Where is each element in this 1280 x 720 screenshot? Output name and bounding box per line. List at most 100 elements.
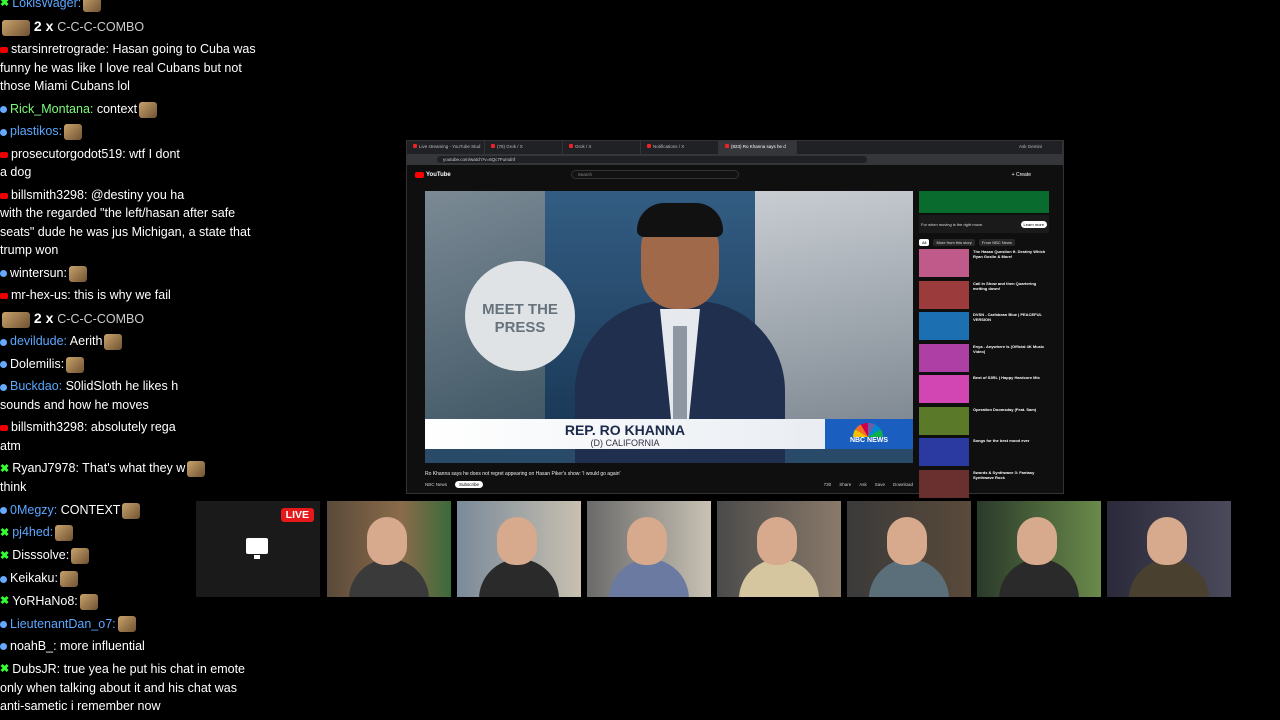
recommended-title[interactable]: Enya - Anywhere Is (Official 4K Music Vi… bbox=[973, 344, 1049, 376]
chat-message: 2 x C-C-C-COMBO bbox=[0, 15, 262, 39]
create-button[interactable]: + Create bbox=[1012, 172, 1031, 178]
meet-the-press-logo: MEET THE PRESS bbox=[465, 261, 575, 371]
recommended-video[interactable]: Best of S3RL | Happy Hardcore Mix bbox=[919, 375, 1049, 407]
chat-username[interactable]: Keikaku: bbox=[10, 571, 58, 585]
filter-chip[interactable]: All bbox=[919, 239, 930, 246]
kick-icon: ✖ bbox=[0, 0, 10, 10]
address-bar[interactable]: youtube.com/watch?v=6Qc7Fumdnf bbox=[407, 154, 1063, 165]
chat-username[interactable]: pj4hed: bbox=[12, 525, 53, 539]
video-thumbnail[interactable] bbox=[919, 280, 969, 309]
search-input[interactable]: Search bbox=[570, 170, 739, 179]
chat-username[interactable]: 0Megzy: bbox=[10, 503, 57, 517]
chat-text: S0lidSloth he likes h bbox=[62, 379, 179, 394]
video-thumbnail[interactable] bbox=[919, 375, 969, 403]
chat-username[interactable]: RyanJ7978: bbox=[12, 461, 79, 475]
chat-username[interactable]: Buckdao: bbox=[10, 379, 62, 393]
chat-username[interactable]: devildude: bbox=[10, 334, 67, 348]
participant-face bbox=[497, 517, 537, 565]
share-button[interactable]: Share bbox=[839, 482, 851, 487]
chat-username[interactable]: billsmith3298: bbox=[11, 188, 87, 202]
chat-message: ✖ pj4hed: bbox=[0, 521, 262, 544]
chat-message: devildude: Aerith bbox=[0, 330, 262, 353]
chat-username[interactable]: Rick_Montana: bbox=[10, 102, 93, 116]
recommended-title[interactable]: Operation Doomsday (Feat. Sam) bbox=[973, 407, 1036, 439]
chat-text: Aerith bbox=[67, 334, 103, 349]
video-thumbnail[interactable] bbox=[919, 438, 969, 466]
recommended-title[interactable]: DVSN - Caribbean Blue | PEACEFUL VERSION bbox=[973, 312, 1049, 344]
chat-username[interactable]: plastikos: bbox=[10, 124, 62, 138]
recommended-title[interactable]: Call in Show and then Quartering melting… bbox=[973, 281, 1049, 313]
recommended-video[interactable]: Operation Doomsday (Feat. Sam) bbox=[919, 406, 1049, 439]
recommended-title[interactable]: Swords & Synthwave 3: Fantasy Synthwave … bbox=[973, 470, 1049, 502]
chat-username[interactable]: wintersun: bbox=[10, 266, 67, 280]
twitch-icon bbox=[0, 620, 7, 628]
recommended-title[interactable]: Songs for the best mood ever bbox=[973, 438, 1029, 470]
browser-window: Live streaming - YouTube Stud (78) Grok /… bbox=[406, 140, 1064, 498]
webcam-tile[interactable] bbox=[977, 501, 1101, 597]
browser-tab[interactable]: Live streaming - YouTube Stud bbox=[407, 141, 485, 154]
participant-face bbox=[887, 517, 927, 565]
webcam-tile[interactable] bbox=[1107, 501, 1231, 597]
video-thumbnail[interactable] bbox=[919, 343, 969, 372]
chat-username[interactable]: DubsJR: bbox=[12, 662, 60, 676]
download-button[interactable]: Download bbox=[893, 482, 913, 487]
chat-message: ✖ RyanJ7978: That's what they w think bbox=[0, 457, 262, 498]
chat-username[interactable]: billsmith3298: bbox=[11, 420, 87, 434]
ask-gemini-button[interactable]: Ask Gemini bbox=[1013, 141, 1063, 154]
filter-chip[interactable]: From NBC News bbox=[978, 239, 1015, 246]
url-text[interactable]: youtube.com/watch?v=6Qc7Fumdnf bbox=[437, 156, 867, 163]
browser-tab[interactable]: (823) Ro Khanna says he d bbox=[719, 141, 797, 154]
chat-username[interactable]: Disssolve: bbox=[12, 548, 69, 562]
chat-emote-icon bbox=[122, 502, 141, 519]
ad-banner[interactable] bbox=[919, 191, 1049, 213]
recommended-title[interactable]: The Hasan Question ft. Destiny Which Rya… bbox=[973, 249, 1049, 281]
chat-message: billsmith3298: @destiny you ha with the r… bbox=[0, 184, 262, 262]
youtube-logo[interactable]: YouTube bbox=[415, 171, 451, 178]
participant-face bbox=[1147, 517, 1187, 565]
chat-message: ✖ Disssolve: bbox=[0, 544, 262, 567]
webcam-tile[interactable] bbox=[587, 501, 711, 597]
chat-username[interactable]: Dolemilis: bbox=[10, 357, 64, 371]
ask-button[interactable]: Ask bbox=[859, 482, 867, 487]
subscribe-button[interactable]: Subscribe bbox=[455, 481, 484, 488]
filter-chip[interactable]: More from this story bbox=[933, 239, 975, 246]
recommended-video[interactable]: Swords & Synthwave 3: Fantasy Synthwave … bbox=[919, 469, 1049, 502]
lower-third-name: REP. RO KHANNA bbox=[564, 422, 686, 438]
tab-favicon-icon bbox=[413, 144, 417, 148]
chat-username[interactable]: prosecutorgodot519: bbox=[11, 147, 126, 161]
recommended-video[interactable]: Songs for the best mood ever bbox=[919, 438, 1049, 470]
browser-tab[interactable]: Notifications / X bbox=[641, 141, 719, 154]
webcam-tile[interactable] bbox=[327, 501, 451, 597]
recommended-video[interactable]: Call in Show and then Quartering melting… bbox=[919, 280, 1049, 313]
recommended-video[interactable]: The Hasan Question ft. Destiny Which Rya… bbox=[919, 249, 1049, 281]
recommended-video[interactable]: DVSN - Caribbean Blue | PEACEFUL VERSION bbox=[919, 312, 1049, 344]
participant-face bbox=[627, 517, 667, 565]
chat-username[interactable]: LieutenantDan_o7: bbox=[10, 617, 116, 631]
recommended-video[interactable]: Enya - Anywhere Is (Official 4K Music Vi… bbox=[919, 343, 1049, 376]
browser-tab[interactable]: (78) Grok / X bbox=[485, 141, 563, 154]
video-thumbnail[interactable] bbox=[919, 406, 969, 435]
ad-text-row[interactable]: For when moving is the right move. Learn… bbox=[919, 215, 1049, 233]
webcam-tile[interactable] bbox=[847, 501, 971, 597]
chat-emote-icon bbox=[68, 265, 87, 282]
twitch-icon bbox=[0, 270, 7, 278]
browser-tab[interactable]: Grok / X bbox=[563, 141, 641, 154]
like-count[interactable]: 730 bbox=[824, 482, 832, 487]
chat-emote-icon bbox=[64, 124, 83, 141]
video-thumbnail[interactable] bbox=[919, 312, 969, 340]
video-player[interactable]: MEET THE PRESS REP. RO KHANNA (D) CALIFO… bbox=[425, 191, 913, 463]
save-button[interactable]: Save bbox=[875, 482, 885, 487]
chat-username[interactable]: LokisWager: bbox=[12, 0, 81, 10]
video-thumbnail[interactable] bbox=[919, 469, 969, 498]
webcam-tile[interactable] bbox=[457, 501, 581, 597]
chat-message: wintersun: bbox=[0, 262, 262, 285]
channel-name[interactable]: NBC News bbox=[425, 482, 447, 487]
recommended-title[interactable]: Best of S3RL | Happy Hardcore Mix bbox=[973, 375, 1040, 407]
video-thumbnail[interactable] bbox=[919, 249, 969, 277]
chat-username[interactable]: YoRHaNo8: bbox=[12, 594, 78, 608]
webcam-tile[interactable] bbox=[717, 501, 841, 597]
chat-username[interactable]: noahB_: bbox=[10, 639, 57, 653]
chat-username[interactable]: mr-hex-us: bbox=[11, 288, 71, 302]
learn-more-button[interactable]: Learn more bbox=[1020, 220, 1047, 228]
chat-username[interactable]: starsinretrograde: bbox=[11, 42, 109, 56]
